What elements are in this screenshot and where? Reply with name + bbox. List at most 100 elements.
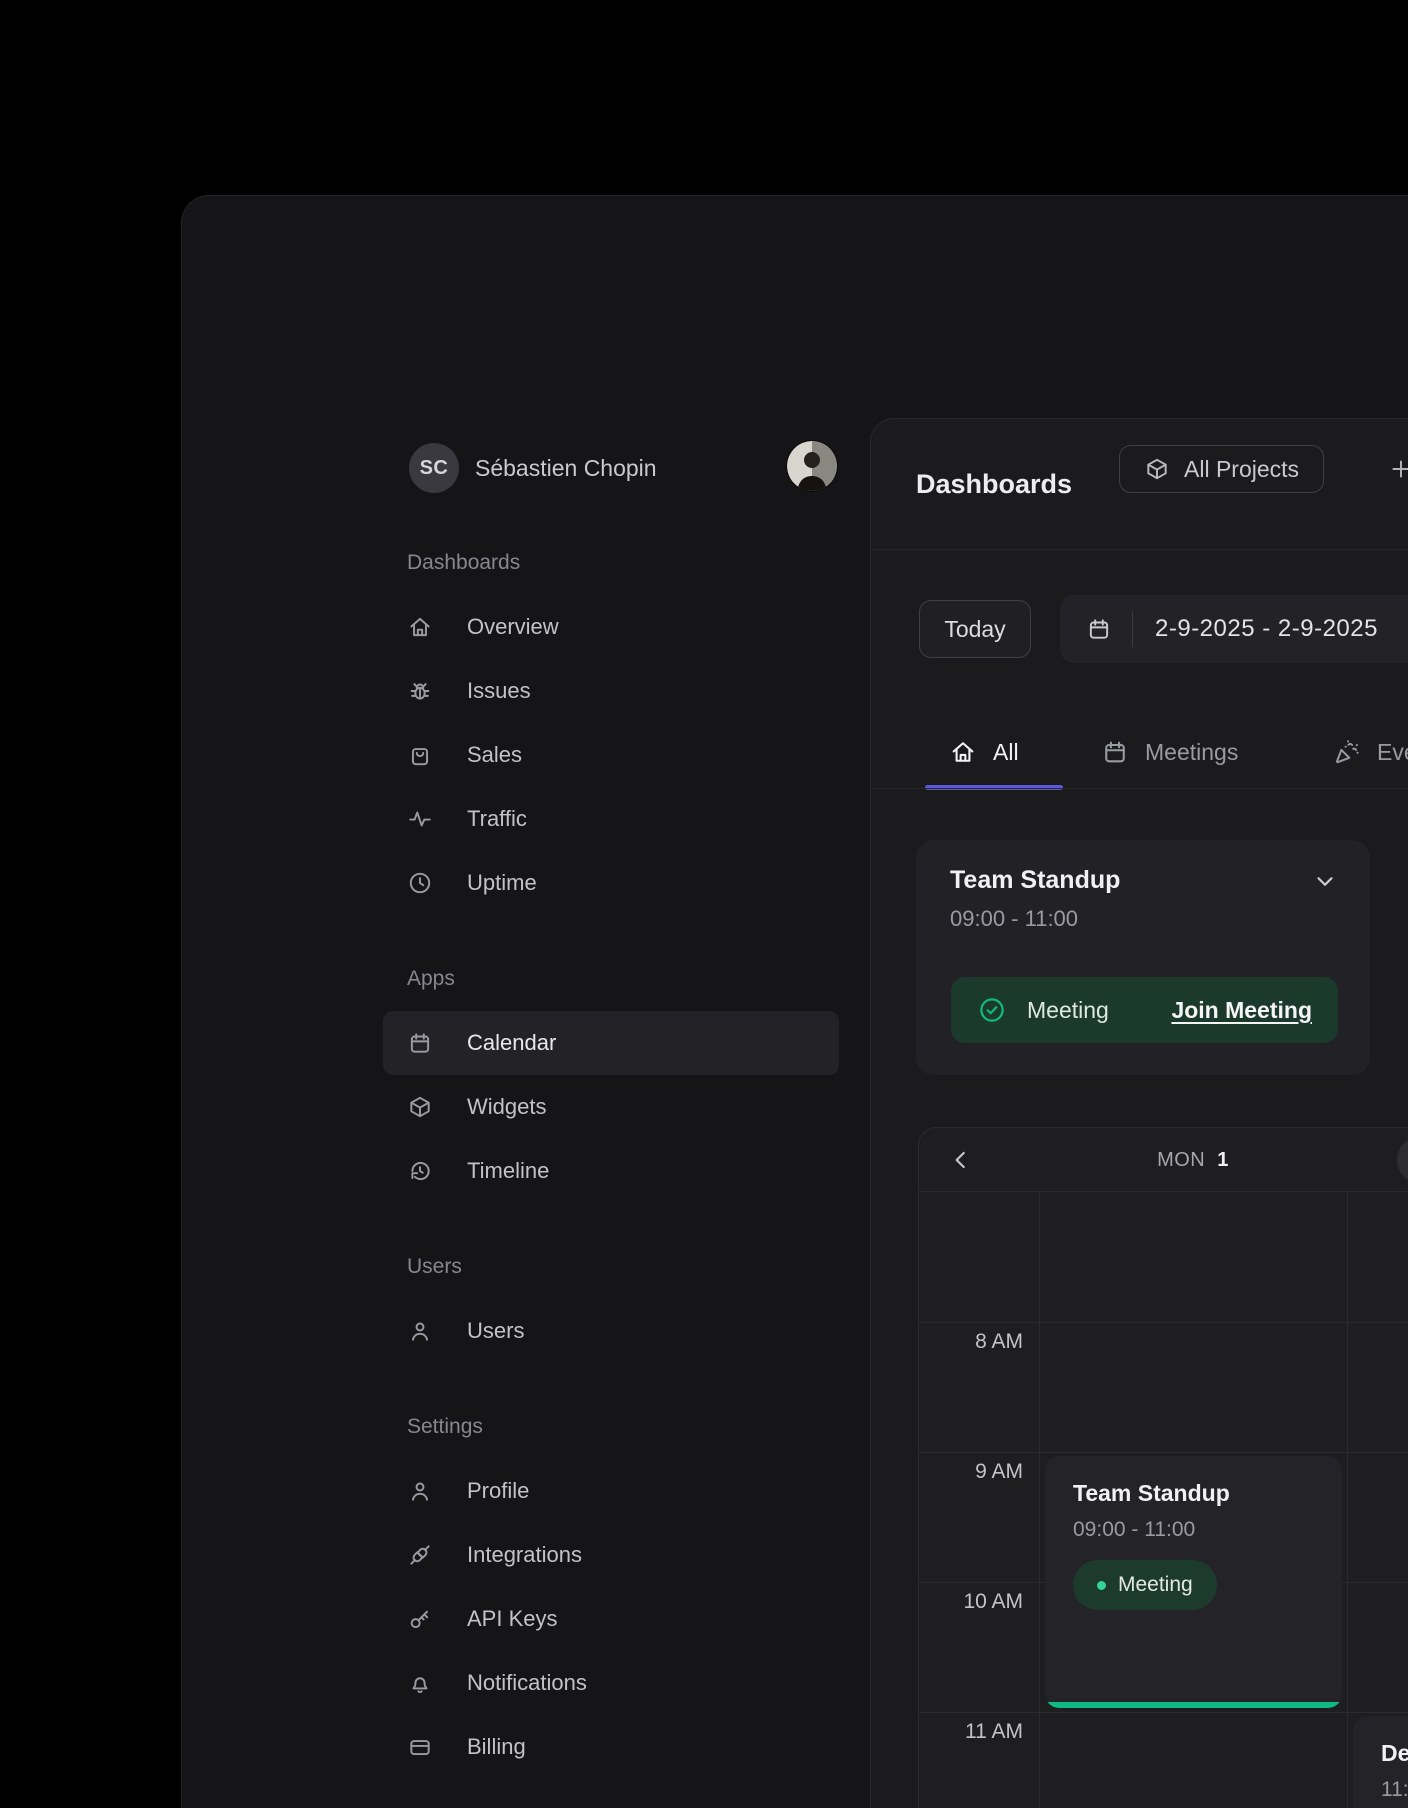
- clock-icon: [407, 870, 433, 896]
- grid-hline: [919, 1452, 1408, 1453]
- tag-label: Meeting: [1118, 1573, 1193, 1597]
- join-meeting-link[interactable]: Join Meeting: [1171, 997, 1312, 1024]
- sidebar-item-timeline[interactable]: Timeline: [383, 1139, 839, 1203]
- sidebar-item-issues[interactable]: Issues: [383, 659, 839, 723]
- section-heading-settings: Settings: [383, 1395, 839, 1459]
- grid-hline: [919, 1712, 1408, 1713]
- event-time: 09:00 - 11:00: [1073, 1518, 1195, 1542]
- tab-label: Meetings: [1145, 739, 1238, 766]
- sidebar-item-users[interactable]: Users: [383, 1299, 839, 1363]
- tab-label: All: [993, 739, 1019, 766]
- section-heading-users: Users: [383, 1235, 839, 1299]
- tab-all[interactable]: All: [949, 719, 1019, 785]
- calendar-grid[interactable]: 8 AM 9 AM 10 AM 11 AM 12 PM 1 PM Team St…: [919, 1192, 1408, 1808]
- sidebar-item-label: Timeline: [467, 1158, 549, 1184]
- today-button[interactable]: Today: [919, 600, 1031, 658]
- user-photo-avatar[interactable]: [787, 441, 837, 491]
- hour-label: 8 AM: [919, 1330, 1023, 1354]
- calendar-event-team-standup[interactable]: Team Standup 09:00 - 11:00 Meeting: [1045, 1456, 1342, 1708]
- nav-section-apps: Apps Calendar Widgets Timeline: [383, 947, 839, 1203]
- person-icon: [407, 1318, 433, 1344]
- app-window: SC Sébastien Chopin Dashboards Overview …: [181, 195, 1408, 1808]
- event-title: Team Standup: [1073, 1480, 1230, 1507]
- grid-vline: [1347, 1192, 1348, 1808]
- main-header: Dashboards All Projects new: [871, 419, 1408, 549]
- date-range-picker[interactable]: 2-9-2025 - 2-9-2025: [1060, 595, 1408, 663]
- meeting-banner: Meeting Join Meeting: [951, 977, 1338, 1043]
- calendar-icon: [1101, 738, 1129, 766]
- tab-events[interactable]: Events: [1333, 719, 1408, 785]
- sidebar-item-label: Traffic: [467, 806, 527, 832]
- shopping-bag-icon: [407, 742, 433, 768]
- sidebar-item-label: Sales: [467, 742, 522, 768]
- sidebar-item-widgets[interactable]: Widgets: [383, 1075, 839, 1139]
- section-heading-dashboards: Dashboards: [383, 531, 839, 595]
- sidebar-item-sales[interactable]: Sales: [383, 723, 839, 787]
- user-initials-avatar[interactable]: SC: [409, 443, 459, 493]
- event-card-title: Team Standup: [950, 866, 1120, 895]
- hour-label: 10 AM: [919, 1590, 1023, 1614]
- sidebar-item-profile[interactable]: Profile: [383, 1459, 839, 1523]
- page-title: Dashboards: [916, 419, 1072, 549]
- credit-card-icon: [407, 1734, 433, 1760]
- sidebar-item-label: Uptime: [467, 870, 537, 896]
- party-popper-icon: [1333, 738, 1361, 766]
- bell-icon: [407, 1670, 433, 1696]
- divider: [1132, 611, 1133, 647]
- plus-icon: [1388, 456, 1408, 482]
- home-icon: [407, 614, 433, 640]
- tab-meetings[interactable]: Meetings: [1101, 719, 1238, 785]
- tab-label: Events: [1377, 739, 1408, 766]
- sidebar-nav: Dashboards Overview Issues Sales Traffic: [383, 531, 839, 1779]
- section-heading-apps: Apps: [383, 947, 839, 1011]
- sidebar-item-label: Users: [467, 1318, 524, 1344]
- nav-section-users: Users Users: [383, 1235, 839, 1363]
- sidebar-item-label: Notifications: [467, 1670, 587, 1696]
- meeting-badge-label: Meeting: [1027, 997, 1109, 1024]
- chevron-down-icon[interactable]: [1312, 868, 1338, 894]
- sidebar-item-calendar[interactable]: Calendar: [383, 1011, 839, 1075]
- header-divider: [871, 549, 1408, 550]
- all-projects-button[interactable]: All Projects: [1119, 445, 1324, 493]
- calendar-event-design-review[interactable]: Design Review 11:00 - 13:00 Meeting: [1353, 1716, 1408, 1808]
- person-icon: [407, 1478, 433, 1504]
- sidebar-item-billing[interactable]: Billing: [383, 1715, 839, 1779]
- plug-icon: [407, 1542, 433, 1568]
- date-range-value: 2-9-2025 - 2-9-2025: [1155, 615, 1378, 643]
- sidebar-item-label: Integrations: [467, 1542, 582, 1568]
- sidebar-item-label: Issues: [467, 678, 531, 704]
- hour-label: 9 AM: [919, 1460, 1023, 1484]
- sidebar-item-label: API Keys: [467, 1606, 557, 1632]
- sidebar-item-label: Overview: [467, 614, 559, 640]
- day-name: MON: [1157, 1149, 1205, 1172]
- main-content: Dashboards All Projects new Today 2-9-20…: [870, 418, 1408, 1808]
- sidebar-item-label: Calendar: [467, 1030, 556, 1056]
- activity-icon: [407, 806, 433, 832]
- cube-icon: [407, 1094, 433, 1120]
- new-button[interactable]: new: [1388, 445, 1408, 493]
- sidebar-item-integrations[interactable]: Integrations: [383, 1523, 839, 1587]
- history-icon: [407, 1158, 433, 1184]
- grid-vline: [1039, 1192, 1040, 1808]
- sidebar-item-label: Billing: [467, 1734, 526, 1760]
- calendar-header: MON 1 TUE 2: [919, 1128, 1408, 1192]
- sidebar-item-api-keys[interactable]: API Keys: [383, 1587, 839, 1651]
- all-projects-label: All Projects: [1184, 456, 1299, 483]
- filter-tabs: All Meetings Events: [871, 719, 1408, 789]
- nav-section-dashboards: Dashboards Overview Issues Sales Traffic: [383, 531, 839, 915]
- tabs-hairline: [871, 788, 1408, 789]
- event-color-bar: [1045, 1702, 1342, 1708]
- key-icon: [407, 1606, 433, 1632]
- day-header-tue-active[interactable]: TUE 2: [1397, 1136, 1408, 1184]
- event-card-team-standup[interactable]: Team Standup 09:00 - 11:00 Meeting Join …: [916, 840, 1370, 1075]
- home-icon: [949, 738, 977, 766]
- sidebar-item-uptime[interactable]: Uptime: [383, 851, 839, 915]
- day-header-mon[interactable]: MON 1: [1039, 1128, 1347, 1192]
- calendar-icon: [407, 1030, 433, 1056]
- chevron-left-icon[interactable]: [945, 1144, 977, 1176]
- event-card-time: 09:00 - 11:00: [950, 906, 1078, 932]
- sidebar-item-notifications[interactable]: Notifications: [383, 1651, 839, 1715]
- sidebar-item-overview[interactable]: Overview: [383, 595, 839, 659]
- sidebar-item-traffic[interactable]: Traffic: [383, 787, 839, 851]
- calendar-icon: [1086, 616, 1112, 642]
